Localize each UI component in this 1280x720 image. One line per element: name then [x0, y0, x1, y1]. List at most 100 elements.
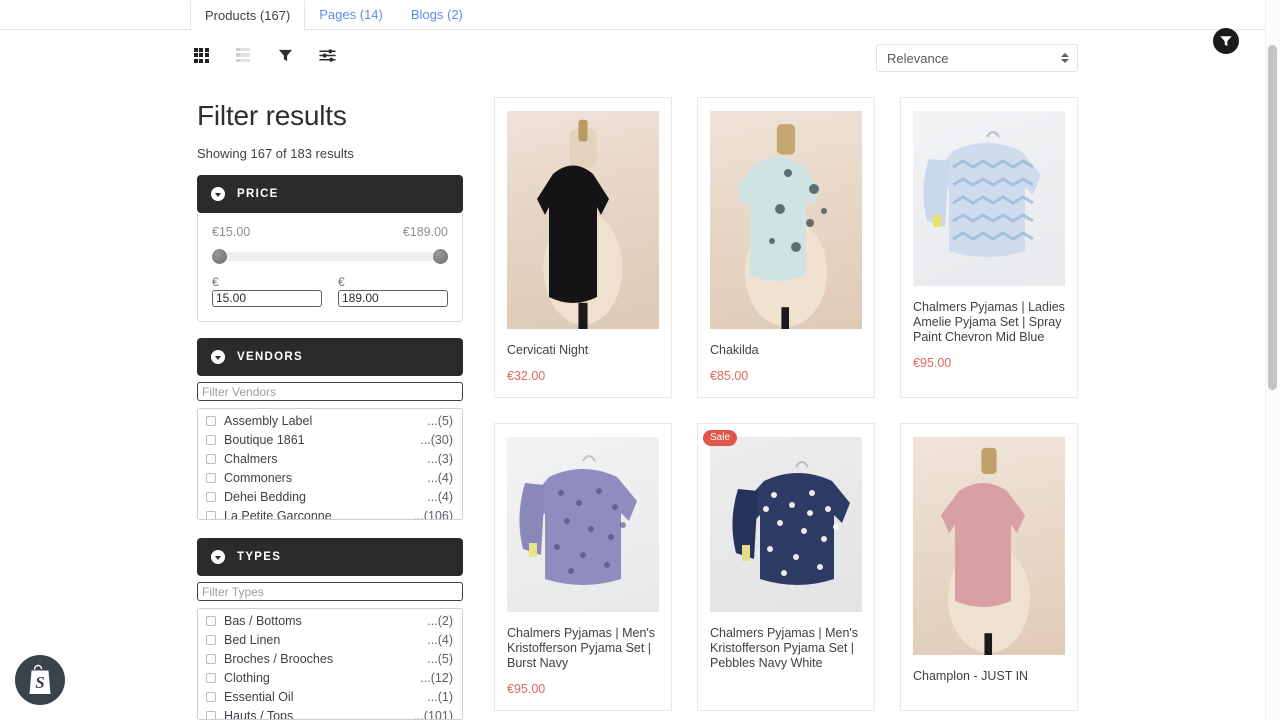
- product-image[interactable]: [710, 437, 862, 612]
- accordion-label-vendors: VENDORS: [237, 351, 303, 363]
- checkbox-icon[interactable]: [206, 672, 216, 683]
- shopify-bag-icon: S: [29, 664, 51, 694]
- type-option-row[interactable]: Hauts / Tops ...(101): [198, 706, 462, 719]
- type-option-row[interactable]: Bed Linen ...(4): [198, 630, 462, 649]
- product-image[interactable]: [710, 111, 862, 329]
- sort-select[interactable]: Relevance: [876, 44, 1078, 72]
- checkbox-icon[interactable]: [206, 453, 216, 464]
- vendor-option-label: Commoners: [224, 470, 293, 485]
- vendor-option-count: ...(4): [427, 470, 453, 485]
- checkbox-icon[interactable]: [206, 615, 216, 626]
- accordion-header-types[interactable]: TYPES: [197, 538, 463, 576]
- product-image[interactable]: [913, 111, 1065, 286]
- product-card[interactable]: Champlon - JUST IN: [900, 423, 1078, 711]
- price-range-slider[interactable]: [212, 249, 448, 264]
- type-option-row[interactable]: Broches / Brooches ...(5): [198, 649, 462, 668]
- accordion-label-types: TYPES: [237, 551, 282, 563]
- chevron-down-icon: [211, 187, 225, 201]
- price-range-display: €15.00 €189.00: [212, 225, 448, 239]
- price-max-field-group: €: [338, 275, 448, 307]
- vendor-option-row[interactable]: Assembly Label ...(5): [198, 411, 462, 430]
- checkbox-icon[interactable]: [206, 710, 216, 719]
- vendor-option-row[interactable]: Commoners ...(4): [198, 468, 462, 487]
- vendor-option-count: ...(5): [427, 413, 453, 428]
- type-option-row[interactable]: Bas / Bottoms ...(2): [198, 611, 462, 630]
- product-card[interactable]: Cervicati Night €32.00: [494, 97, 672, 398]
- vendor-option-count: ...(30): [420, 432, 453, 447]
- chevron-down-icon: [211, 350, 225, 364]
- vendor-filter-input[interactable]: [197, 382, 463, 401]
- currency-symbol-min: €: [212, 275, 219, 289]
- vendor-option-count: ...(3): [427, 451, 453, 466]
- list-view-icon[interactable]: [232, 44, 254, 66]
- product-title[interactable]: Chalmers Pyjamas | Men's Kristofferson P…: [507, 626, 659, 671]
- product-title[interactable]: Cervicati Night: [507, 343, 659, 358]
- vendor-option-label: Chalmers: [224, 451, 278, 466]
- slider-handle-max[interactable]: [433, 249, 448, 264]
- tab-blogs[interactable]: Blogs (2): [397, 0, 477, 30]
- type-option-list[interactable]: Bas / Bottoms ...(2) Bed Linen ...(4) Broche…: [197, 608, 463, 720]
- checkbox-icon[interactable]: [206, 491, 216, 502]
- type-option-count: ...(5): [427, 651, 453, 666]
- product-card[interactable]: Chalmers Pyjamas | Men's Kristofferson P…: [494, 423, 672, 711]
- accordion-body-price: €15.00 €189.00 € €: [197, 213, 463, 322]
- checkbox-icon[interactable]: [206, 472, 216, 483]
- results-count-text: Showing 167 of 183 results: [197, 146, 354, 161]
- checkbox-icon[interactable]: [206, 415, 216, 426]
- tab-products[interactable]: Products (167): [190, 1, 306, 31]
- sliders-icon[interactable]: [316, 44, 338, 66]
- product-title[interactable]: Champlon - JUST IN: [913, 669, 1065, 684]
- vendor-option-label: Assembly Label: [224, 413, 313, 428]
- page-scrollbar-track[interactable]: [1265, 0, 1280, 720]
- search-results-page: Products (167) Pages (14) Blogs (2) Rele…: [0, 0, 1280, 720]
- accordion-header-price[interactable]: PRICE: [197, 175, 463, 213]
- price-max-input[interactable]: [338, 289, 448, 307]
- price-min-field-group: €: [212, 275, 322, 307]
- funnel-icon: [1220, 36, 1232, 47]
- accordion-header-vendors[interactable]: VENDORS: [197, 338, 463, 376]
- product-price: €32.00: [507, 369, 546, 383]
- checkbox-icon[interactable]: [206, 691, 216, 702]
- type-option-label: Bas / Bottoms: [224, 613, 302, 628]
- grid-view-icon[interactable]: [190, 44, 212, 66]
- type-option-count: ...(4): [427, 632, 453, 647]
- sort-dropdown-wrapper: Relevance: [876, 44, 1078, 72]
- filter-sidebar: Filter results Showing 167 of 183 result…: [197, 100, 463, 720]
- product-title[interactable]: Chalmers Pyjamas | Ladies Amelie Pyjama …: [913, 300, 1065, 345]
- product-card[interactable]: Chalmers Pyjamas | Ladies Amelie Pyjama …: [900, 97, 1078, 398]
- price-min-input[interactable]: [212, 289, 322, 307]
- product-image[interactable]: [507, 111, 659, 329]
- page-scrollbar-thumb[interactable]: [1268, 45, 1277, 390]
- product-grid: Cervicati Night €32.00 Chakilda €85.00 Chalm…: [494, 97, 1078, 711]
- product-image[interactable]: [913, 437, 1065, 655]
- type-option-count: ...(12): [420, 670, 453, 685]
- vendor-option-row[interactable]: Dehei Bedding ...(4): [198, 487, 462, 506]
- vendor-option-list[interactable]: Assembly Label ...(5) Boutique 1861 ...(30)…: [197, 408, 463, 520]
- checkbox-icon[interactable]: [206, 434, 216, 445]
- funnel-icon[interactable]: [274, 44, 296, 66]
- type-option-row[interactable]: Clothing ...(12): [198, 668, 462, 687]
- type-option-label: Bed Linen: [224, 632, 281, 647]
- accordion-label-price: PRICE: [237, 188, 279, 200]
- price-input-row: € €: [212, 275, 448, 307]
- type-filter-input[interactable]: [197, 582, 463, 601]
- type-option-row[interactable]: Essential Oil ...(1): [198, 687, 462, 706]
- product-card[interactable]: Sale Chalmers Pyjamas | Men's Kristoffers…: [697, 423, 875, 711]
- floating-filter-button[interactable]: [1213, 28, 1239, 54]
- tab-pages[interactable]: Pages (14): [305, 0, 397, 30]
- product-title[interactable]: Chalmers Pyjamas | Men's Kristofferson P…: [710, 626, 862, 671]
- checkbox-icon[interactable]: [206, 634, 216, 645]
- vendor-option-row[interactable]: Boutique 1861 ...(30): [198, 430, 462, 449]
- checkbox-icon[interactable]: [206, 510, 216, 519]
- product-image[interactable]: [507, 437, 659, 612]
- currency-symbol-max: €: [338, 275, 345, 289]
- checkbox-icon[interactable]: [206, 653, 216, 664]
- product-title[interactable]: Chakilda: [710, 343, 862, 358]
- results-tabs: Products (167) Pages (14) Blogs (2): [190, 0, 477, 31]
- slider-handle-min[interactable]: [212, 249, 227, 264]
- shopify-help-button[interactable]: S: [15, 655, 65, 705]
- product-card[interactable]: Chakilda €85.00: [697, 97, 875, 398]
- vendor-option-row[interactable]: La Petite Garçonne ...(106): [198, 506, 462, 520]
- vendor-option-count: ...(106): [413, 508, 453, 520]
- vendor-option-row[interactable]: Chalmers ...(3): [198, 449, 462, 468]
